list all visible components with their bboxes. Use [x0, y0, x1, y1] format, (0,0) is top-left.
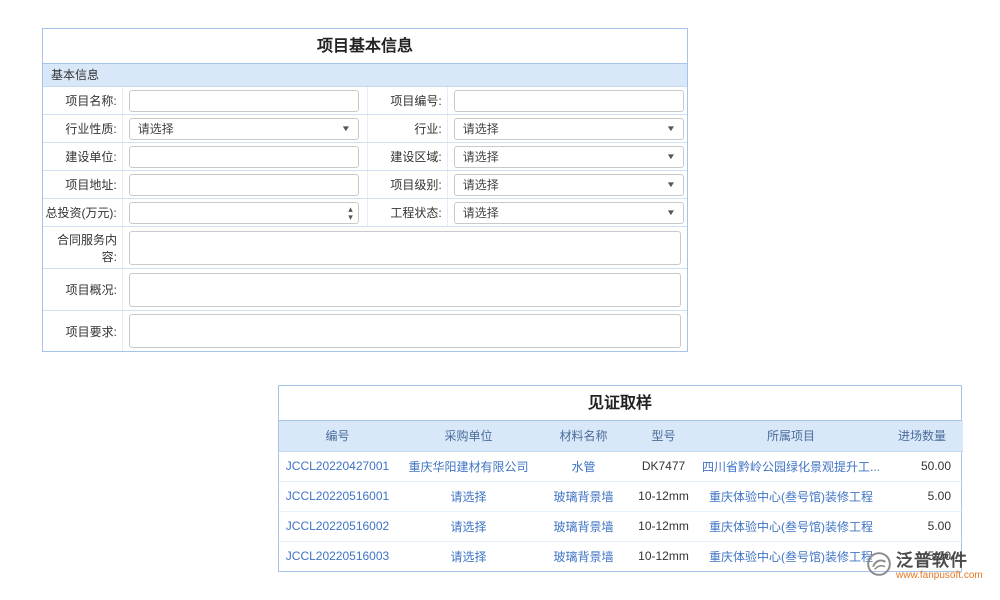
- fanpu-watermark: 泛普软件 www.fanpusoft.com: [866, 546, 983, 581]
- table-header-row: 编号 采购单位 材料名称 型号 所属项目 进场数量: [279, 421, 963, 451]
- project-overview-label: 项目概况:: [43, 269, 123, 310]
- project-status-label: 工程状态:: [368, 199, 448, 226]
- construction-region-label: 建设区域:: [368, 143, 448, 170]
- table-row: JCCL20220516001 请选择 玻璃背景墙 10-12mm 重庆体验中心…: [279, 481, 963, 511]
- cell-code[interactable]: JCCL20220516001: [279, 481, 396, 511]
- form-row: 建设单位: 建设区域: 请选择 ▼: [43, 143, 687, 171]
- header-material: 材料名称: [541, 421, 626, 451]
- selected-value: 请选择: [463, 204, 499, 221]
- witness-sampling-panel: 见证取样 编号 采购单位 材料名称 型号 所属项目 进场数量 JCCL20220…: [278, 385, 962, 572]
- header-code: 编号: [279, 421, 396, 451]
- cell-model: DK7477: [626, 451, 701, 481]
- cell-code[interactable]: JCCL20220516003: [279, 541, 396, 571]
- project-requirement-textarea[interactable]: [129, 314, 681, 348]
- form-row: 行业性质: 请选择 ▼ 行业: 请选择 ▼: [43, 115, 687, 143]
- table-row: JCCL20220516003 请选择 玻璃背景墙 10-12mm 重庆体验中心…: [279, 541, 963, 571]
- cell-quantity: 5.00: [881, 511, 963, 541]
- project-basic-info-panel: 项目基本信息 基本信息 项目名称: 项目编号: 行业性质: 请选择 ▼ 行业: …: [42, 28, 688, 352]
- cell-project[interactable]: 重庆体验中心(叁号馆)装修工程: [701, 541, 881, 571]
- table-title: 见证取样: [279, 386, 961, 421]
- selected-value: 请选择: [463, 120, 499, 137]
- project-code-input[interactable]: [454, 90, 684, 112]
- selected-value: 请选择: [463, 148, 499, 165]
- cell-project[interactable]: 重庆体验中心(叁号馆)装修工程: [701, 481, 881, 511]
- header-quantity: 进场数量: [881, 421, 963, 451]
- chevron-down-icon: ▼: [666, 124, 676, 133]
- chevron-down-icon: ▼: [666, 208, 676, 217]
- construction-unit-label: 建设单位:: [43, 143, 123, 170]
- header-purchaser: 采购单位: [396, 421, 541, 451]
- industry-nature-label: 行业性质:: [43, 115, 123, 142]
- form-row: 项目地址: 项目级别: 请选择 ▼: [43, 171, 687, 199]
- industry-nature-select[interactable]: 请选择 ▼: [129, 118, 359, 140]
- selected-value: 请选择: [138, 120, 174, 137]
- cell-quantity: 5.00: [881, 481, 963, 511]
- cell-model: 10-12mm: [626, 481, 701, 511]
- header-model: 型号: [626, 421, 701, 451]
- spinner-down-icon[interactable]: ▾: [348, 213, 353, 221]
- project-name-input[interactable]: [129, 90, 359, 112]
- project-status-select[interactable]: 请选择 ▼: [454, 202, 684, 224]
- chevron-down-icon: ▼: [341, 124, 351, 133]
- total-investment-label: 总投资(万元):: [43, 199, 123, 226]
- fanpu-logo-icon: [866, 551, 892, 577]
- chevron-down-icon: ▼: [666, 152, 676, 161]
- header-project: 所属项目: [701, 421, 881, 451]
- total-investment-input[interactable]: [129, 202, 359, 224]
- cell-purchaser[interactable]: 重庆华阳建材有限公司: [396, 451, 541, 481]
- cell-model: 10-12mm: [626, 511, 701, 541]
- cell-material[interactable]: 玻璃背景墙: [541, 541, 626, 571]
- industry-label: 行业:: [368, 115, 448, 142]
- project-level-select[interactable]: 请选择 ▼: [454, 174, 684, 196]
- cell-code[interactable]: JCCL20220427001: [279, 451, 396, 481]
- project-level-label: 项目级别:: [368, 171, 448, 198]
- industry-select[interactable]: 请选择 ▼: [454, 118, 684, 140]
- form-title: 项目基本信息: [43, 29, 687, 64]
- watermark-url: www.fanpusoft.com: [896, 571, 983, 581]
- cell-material[interactable]: 水管: [541, 451, 626, 481]
- contract-service-textarea[interactable]: [129, 231, 681, 265]
- cell-purchaser[interactable]: 请选择: [396, 481, 541, 511]
- sampling-table: 编号 采购单位 材料名称 型号 所属项目 进场数量 JCCL2022042700…: [279, 421, 963, 571]
- form-row: 总投资(万元): ▴ ▾ 工程状态: 请选择 ▼: [43, 199, 687, 227]
- cell-purchaser[interactable]: 请选择: [396, 511, 541, 541]
- form-row: 项目名称: 项目编号:: [43, 87, 687, 115]
- cell-model: 10-12mm: [626, 541, 701, 571]
- construction-region-select[interactable]: 请选择 ▼: [454, 146, 684, 168]
- form-row: 项目要求:: [43, 311, 687, 351]
- project-requirement-label: 项目要求:: [43, 311, 123, 351]
- project-address-input[interactable]: [129, 174, 359, 196]
- project-overview-textarea[interactable]: [129, 273, 681, 307]
- project-address-label: 项目地址:: [43, 171, 123, 198]
- cell-material[interactable]: 玻璃背景墙: [541, 481, 626, 511]
- table-row: JCCL20220427001 重庆华阳建材有限公司 水管 DK7477 四川省…: [279, 451, 963, 481]
- cell-purchaser[interactable]: 请选择: [396, 541, 541, 571]
- total-investment-stepper[interactable]: ▴ ▾: [129, 202, 359, 224]
- cell-material[interactable]: 玻璃背景墙: [541, 511, 626, 541]
- cell-project[interactable]: 四川省黔岭公园绿化景观提升工...: [701, 451, 881, 481]
- form-row: 合同服务内容:: [43, 227, 687, 269]
- selected-value: 请选择: [463, 176, 499, 193]
- form-row: 项目概况:: [43, 269, 687, 311]
- project-name-label: 项目名称:: [43, 87, 123, 114]
- cell-code[interactable]: JCCL20220516002: [279, 511, 396, 541]
- contract-service-label: 合同服务内容:: [43, 227, 123, 268]
- watermark-brand: 泛普软件: [896, 546, 983, 571]
- project-code-label: 项目编号:: [368, 87, 448, 114]
- spinner-arrows[interactable]: ▴ ▾: [348, 205, 353, 221]
- construction-unit-input[interactable]: [129, 146, 359, 168]
- cell-quantity: 50.00: [881, 451, 963, 481]
- cell-project[interactable]: 重庆体验中心(叁号馆)装修工程: [701, 511, 881, 541]
- table-row: JCCL20220516002 请选择 玻璃背景墙 10-12mm 重庆体验中心…: [279, 511, 963, 541]
- chevron-down-icon: ▼: [666, 180, 676, 189]
- section-header-basic-info: 基本信息: [43, 64, 687, 87]
